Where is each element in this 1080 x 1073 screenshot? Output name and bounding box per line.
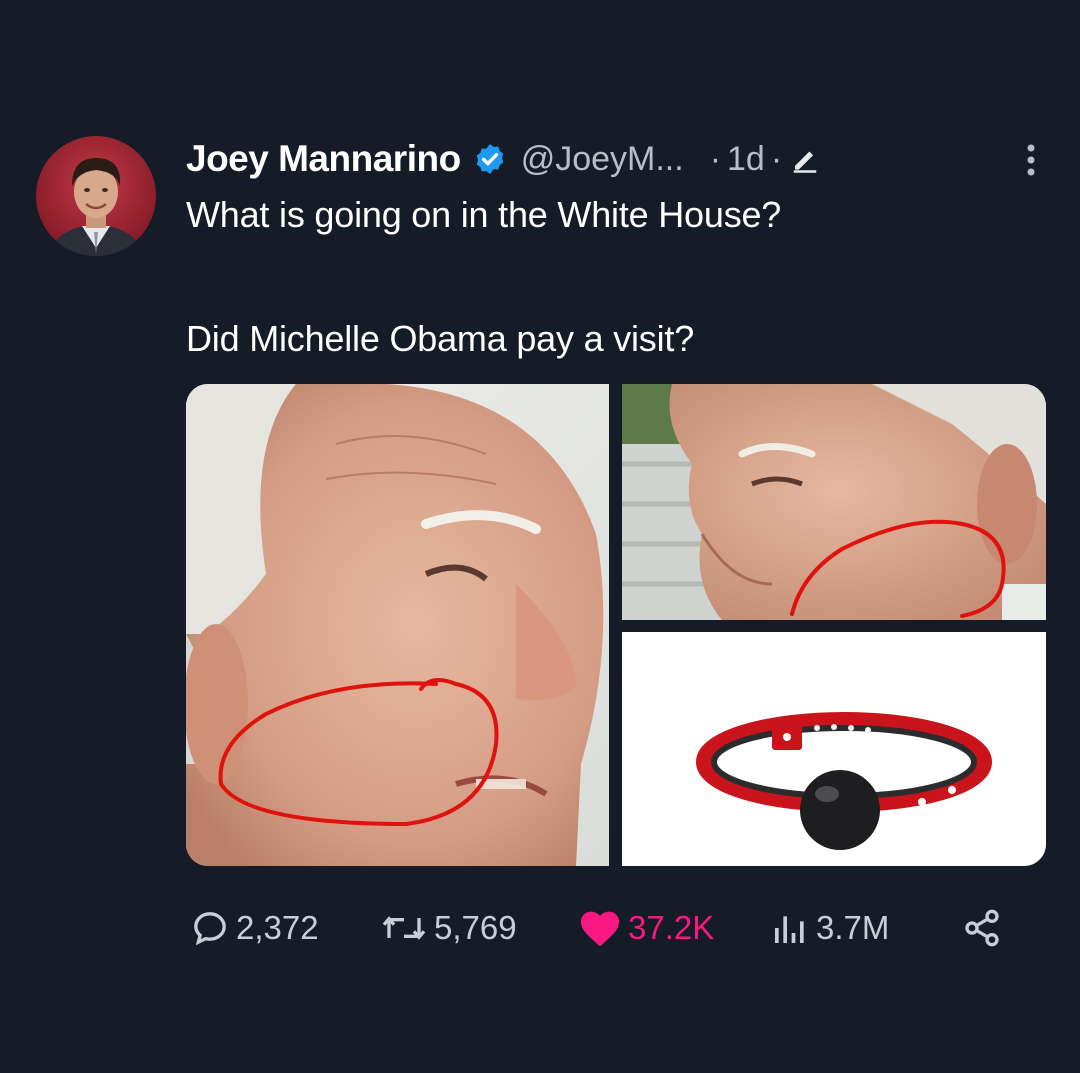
separator-dot-2: · xyxy=(770,139,783,178)
tweet-text-line-2: Did Michelle Obama pay a visit? xyxy=(186,318,695,359)
edited-pencil-icon[interactable] xyxy=(790,144,820,174)
tweet-screenshot: Joey Mannarino @JoeyM... · 1d · What is xyxy=(0,0,1080,1073)
separator-dot: · xyxy=(709,139,722,178)
views-button[interactable]: 3.7M xyxy=(770,900,889,956)
author-name[interactable]: Joey Mannarino xyxy=(186,138,461,180)
retweet-icon xyxy=(380,908,428,948)
tweet-header: Joey Mannarino @JoeyM... · 1d · xyxy=(186,134,1046,184)
reply-count: 2,372 xyxy=(236,909,319,946)
retweet-count: 5,769 xyxy=(434,909,517,946)
share-button[interactable] xyxy=(962,900,1002,956)
tweet-text-line-1: What is going on in the White House? xyxy=(186,194,782,235)
media-image-1[interactable] xyxy=(186,384,609,866)
media-image-3[interactable] xyxy=(622,632,1046,866)
like-count: 37.2K xyxy=(628,909,715,946)
tweet-action-bar: 2,372 5,769 37.2K 3.7M xyxy=(186,900,1046,956)
media-image-2[interactable] xyxy=(622,384,1046,620)
reply-icon xyxy=(190,908,230,948)
more-options-icon[interactable] xyxy=(1016,140,1046,180)
reply-button[interactable]: 2,372 xyxy=(190,900,319,956)
share-icon xyxy=(962,908,1002,948)
author-avatar[interactable] xyxy=(36,136,156,256)
tweet-media-grid xyxy=(186,384,1046,866)
author-handle[interactable]: @JoeyM... xyxy=(521,140,684,179)
like-button[interactable]: 37.2K xyxy=(578,900,714,956)
views-count: 3.7M xyxy=(816,909,890,946)
heart-icon xyxy=(578,908,622,948)
analytics-bars-icon xyxy=(770,908,810,948)
timestamp[interactable]: 1d xyxy=(727,140,765,179)
verified-badge-icon xyxy=(473,142,507,176)
retweet-button[interactable]: 5,769 xyxy=(380,900,517,956)
